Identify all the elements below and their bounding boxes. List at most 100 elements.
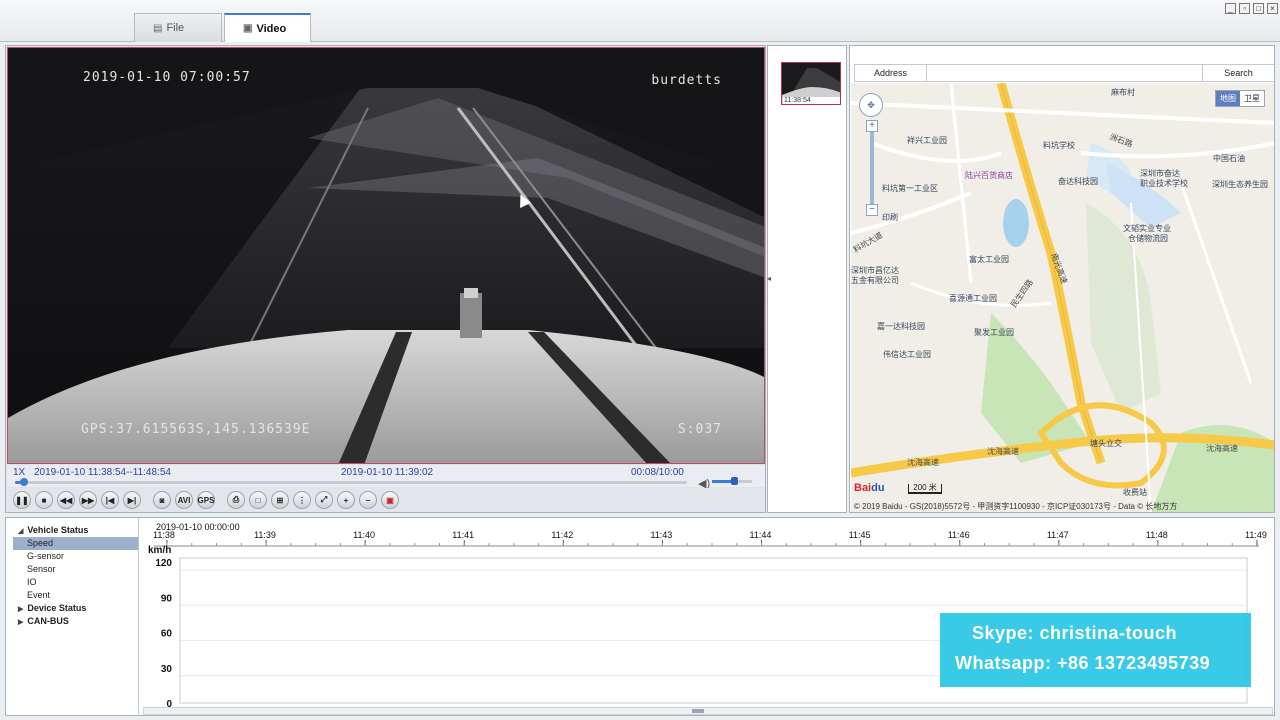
restore-icon[interactable]: ▫ <box>1239 3 1250 14</box>
zoom-slider[interactable] <box>870 123 874 211</box>
thumbnail-card[interactable]: 11:38:54 <box>781 62 841 105</box>
thumbnail-pane: 11:38:54 <box>767 45 847 513</box>
gps-icon[interactable]: GPS <box>197 491 215 509</box>
tree-item-label: Event <box>27 590 51 600</box>
map-view[interactable]: 麻布村 洲石路 祥兴工业园 料坑学校 中国石油 陆兴百货商店 奋达科技园 深圳市… <box>851 83 1274 512</box>
collapsed-icon[interactable]: ▶ <box>18 606 23 613</box>
address-input[interactable] <box>927 65 1202 81</box>
map-place: 喜源通工业园 <box>949 294 997 303</box>
playback-position: 00:08/10:00 <box>631 467 684 478</box>
x-tick-label: 11:43 <box>650 530 672 540</box>
tree-item-event[interactable]: Event <box>6 589 138 602</box>
tree-item-can-bus[interactable]: ▶ CAN-BUS <box>6 615 138 628</box>
tab-file[interactable]: ▤ File <box>134 13 222 42</box>
x-tick-label: 11:47 <box>1047 530 1069 540</box>
y-tick-label: 120 <box>155 558 172 569</box>
map-place: 料坑第一工业区 <box>882 184 938 193</box>
thumbnail-label: 11:38:54 <box>783 97 840 104</box>
tree-item-device-status[interactable]: ▶ Device Status <box>6 602 138 615</box>
status-tree: ◢ Vehicle Status Speed G-sensor Sensor IO Even… <box>6 518 139 715</box>
dashcam-frame <box>8 48 764 463</box>
collapsed-icon[interactable]: ▶ <box>18 619 23 626</box>
tab-file-label: File <box>166 22 185 34</box>
search-button[interactable]: Search <box>1202 65 1274 81</box>
baidu-logo-icon: Baidu <box>854 482 885 494</box>
scrollbar-thumb[interactable] <box>692 709 704 713</box>
nine-view-icon[interactable]: ⋮ <box>293 491 311 509</box>
minimize-icon[interactable]: _ <box>1225 3 1236 14</box>
y-tick-label: 90 <box>161 593 173 604</box>
fast-forward-icon[interactable]: ▶▶ <box>79 491 97 509</box>
zoom-in-icon[interactable]: + <box>337 491 355 509</box>
map-place: 沈海高速 <box>987 447 1019 456</box>
stop-icon[interactable]: ■ <box>35 491 53 509</box>
record-icon[interactable]: ▣ <box>381 491 399 509</box>
map-type-map[interactable]: 地图 <box>1216 91 1240 106</box>
tree-item-sensor[interactable]: Sensor <box>6 563 138 576</box>
tree-item-speed[interactable]: Speed <box>13 537 138 550</box>
tree-item-g-sensor[interactable]: G-sensor <box>6 550 138 563</box>
map-place: 仓储物流园 <box>1128 234 1168 243</box>
fullscreen-icon[interactable]: ⤢ <box>315 491 333 509</box>
map-type-satellite[interactable]: 卫星 <box>1240 91 1264 106</box>
progress-thumb[interactable] <box>19 478 28 486</box>
single-view-icon[interactable]: □ <box>249 491 267 509</box>
previous-icon[interactable]: |◀ <box>101 491 119 509</box>
contact-skype: Skype: christina-touch <box>972 623 1178 643</box>
chart-scrollbar[interactable] <box>143 707 1273 715</box>
x-tick-label: 11:44 <box>750 530 772 540</box>
playback-speed[interactable]: 1X <box>13 467 25 478</box>
map-place: 中国石油 <box>1213 154 1245 163</box>
x-tick-label: 11:41 <box>452 530 474 540</box>
tree-item-label: Sensor <box>27 564 56 574</box>
osd-speed: S:037 <box>677 422 722 437</box>
map-place: 沈海高速 <box>1206 444 1238 453</box>
x-tick-label: 11:42 <box>551 530 573 540</box>
address-label: Address <box>855 65 927 81</box>
quad-view-icon[interactable]: ⊞ <box>271 491 289 509</box>
progress-slider[interactable] <box>15 478 687 486</box>
map-place: 印刷 <box>882 213 898 222</box>
map-place: 麻布村 <box>1111 88 1135 97</box>
zoom-out-icon[interactable]: − <box>866 204 878 216</box>
maximize-icon[interactable]: □ <box>1253 3 1264 14</box>
map-place: 五金有限公司 <box>851 276 899 285</box>
map-place: 祥兴工业园 <box>907 136 947 145</box>
tree-item-label: Device Status <box>27 603 87 613</box>
next-icon[interactable]: ▶| <box>123 491 141 509</box>
tree-item-label: G-sensor <box>27 551 65 561</box>
snapshot-icon[interactable]: ◙ <box>153 491 171 509</box>
map-place: 沈海高速 <box>907 458 939 467</box>
x-tick-label: 11:49 <box>1245 530 1267 540</box>
x-tick-label: 11:48 <box>1146 530 1168 540</box>
video-player[interactable]: 2019-01-10 07:00:57 burdetts GPS:37.6155… <box>7 47 765 464</box>
avi-icon[interactable]: AVI <box>175 491 193 509</box>
y-axis-unit: km/h <box>148 545 171 556</box>
map-pane: Address Search 麻布村 洲石路 祥兴工业园 料坑学校 中国石油 陆… <box>849 45 1275 513</box>
contact-whatsapp: Whatsapp: +86 13723495739 <box>955 653 1211 673</box>
tab-video[interactable]: ▣ Video <box>224 13 311 42</box>
close-icon[interactable]: × <box>1267 3 1278 14</box>
expanded-icon[interactable]: ◢ <box>18 528 23 535</box>
map-scale: 200 米 <box>908 484 942 494</box>
print-icon[interactable]: ⎙ <box>227 491 245 509</box>
volume-thumb[interactable] <box>731 477 738 485</box>
zoom-out-icon[interactable]: − <box>359 491 377 509</box>
rewind-icon[interactable]: ◀◀ <box>57 491 75 509</box>
current-time: 2019-01-10 11:39:02 <box>341 467 434 478</box>
map-place: 聚发工业园 <box>974 328 1014 337</box>
tab-video-label: Video <box>256 22 287 35</box>
osd-name: burdetts <box>651 73 722 88</box>
pause-icon[interactable]: ❚❚ <box>13 491 31 509</box>
tree-item-vehicle-status[interactable]: ◢ Vehicle Status <box>6 524 138 537</box>
map-pan-icon[interactable]: ✥ <box>859 93 883 117</box>
tree-item-io[interactable]: IO <box>6 576 138 589</box>
map-place: 职业技术学校 <box>1140 179 1188 188</box>
splitter-handle-icon[interactable]: ◂ <box>767 274 771 283</box>
map-place: 奋达科技园 <box>1058 177 1098 186</box>
zoom-in-icon[interactable]: + <box>866 120 878 132</box>
chart-start-label: 2019-01-10 00:00:00 <box>156 522 240 532</box>
map-place: 收费站 <box>1123 488 1147 497</box>
volume-slider[interactable] <box>712 477 752 485</box>
playback-range: 2019-01-10 11:38:54--11:48:54 <box>34 467 171 478</box>
